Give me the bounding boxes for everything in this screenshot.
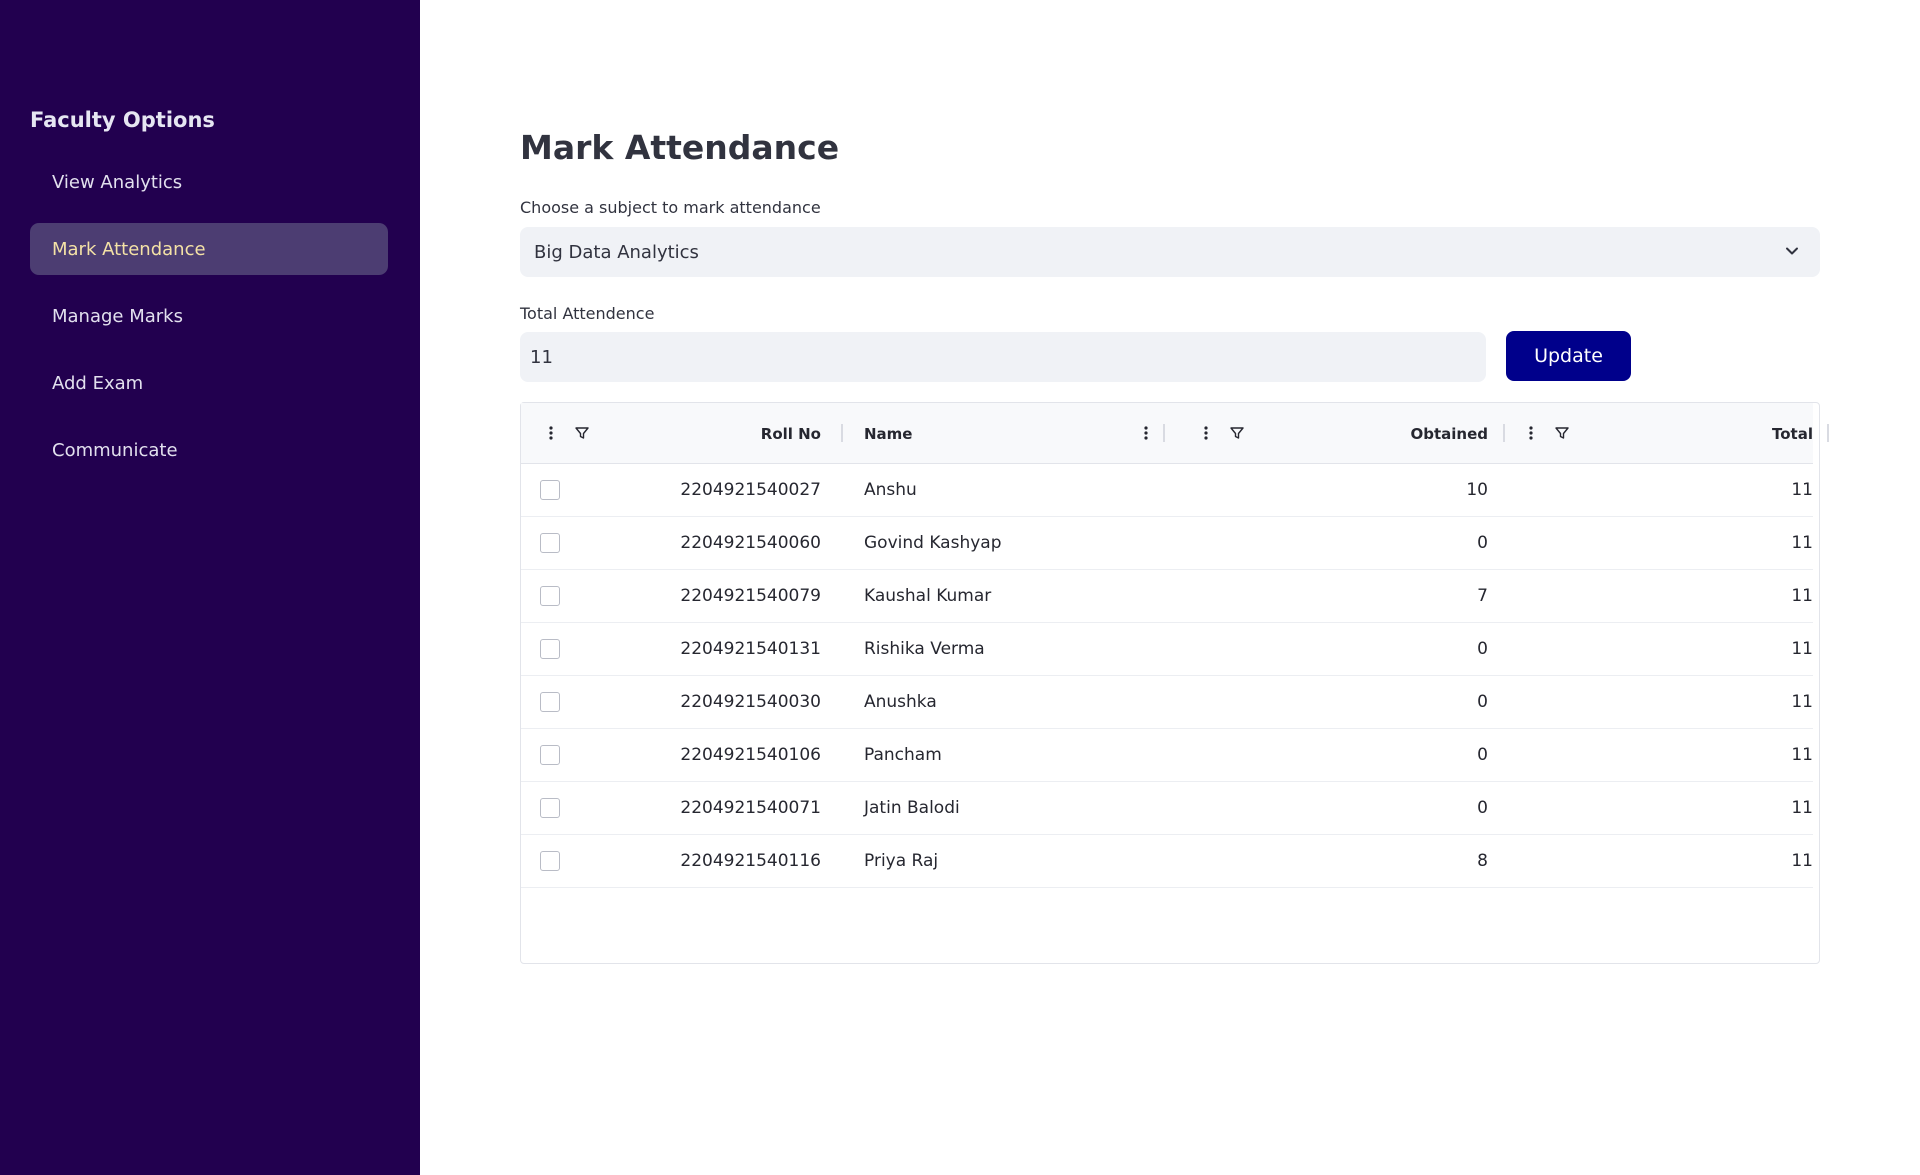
name-cell: Anshu: [864, 480, 917, 500]
name-cell: Jatin Balodi: [864, 798, 960, 818]
column-resize-handle[interactable]: [1827, 424, 1829, 442]
table-row[interactable]: 2204921540060 Govind Kashyap 0 11: [521, 517, 1813, 570]
sidebar-title: Faculty Options: [30, 108, 215, 132]
row-checkbox[interactable]: [540, 692, 560, 712]
table-row[interactable]: 2204921540131 Rishika Verma 0 11: [521, 623, 1813, 676]
sidebar-item-mark-attendance[interactable]: Mark Attendance: [30, 223, 388, 275]
filter-icon[interactable]: [1229, 425, 1245, 441]
obtained-cell: 8: [1477, 851, 1488, 871]
row-checkbox[interactable]: [540, 745, 560, 765]
total-cell: 11: [1791, 851, 1813, 871]
subject-select[interactable]: Big Data Analytics: [520, 227, 1820, 277]
column-resize-handle[interactable]: [1503, 424, 1505, 442]
roll-no-cell: 2204921540060: [680, 533, 821, 553]
sidebar-item-view-analytics[interactable]: View Analytics: [30, 156, 388, 208]
column-menu-icon[interactable]: [543, 425, 559, 441]
table-row[interactable]: 2204921540027 Anshu 10 11: [521, 464, 1813, 517]
roll-no-cell: 2204921540106: [680, 745, 821, 765]
row-checkbox[interactable]: [540, 480, 560, 500]
roll-no-cell: 2204921540030: [680, 692, 821, 712]
attendance-table: Roll No Name Obtained Total 220492154002…: [520, 402, 1829, 964]
update-button[interactable]: Update: [1506, 331, 1631, 381]
column-menu-icon[interactable]: [1138, 425, 1154, 441]
name-cell: Kaushal Kumar: [864, 586, 992, 606]
table-row[interactable]: 2204921540079 Kaushal Kumar 7 11: [521, 570, 1813, 623]
name-cell: Pancham: [864, 745, 942, 765]
name-cell: Anushka: [864, 692, 937, 712]
row-checkbox[interactable]: [540, 533, 560, 553]
obtained-cell: 0: [1477, 745, 1488, 765]
obtained-cell: 0: [1477, 533, 1488, 553]
total-cell: 11: [1791, 692, 1813, 712]
total-attendance-value: 11: [530, 346, 553, 368]
total-attendance-label: Total Attendence: [520, 304, 655, 323]
total-cell: 11: [1791, 533, 1813, 553]
filter-icon[interactable]: [1554, 425, 1570, 441]
roll-no-cell: 2204921540027: [680, 480, 821, 500]
total-cell: 11: [1791, 586, 1813, 606]
name-cell: Govind Kashyap: [864, 533, 1002, 553]
obtained-cell: 10: [1466, 480, 1488, 500]
sidebar: Faculty Options View Analytics Mark Atte…: [0, 0, 420, 1175]
obtained-cell: 7: [1477, 586, 1488, 606]
sidebar-nav: View Analytics Mark Attendance Manage Ma…: [30, 156, 388, 491]
total-cell: 11: [1791, 480, 1813, 500]
subject-select-value: Big Data Analytics: [534, 241, 699, 263]
name-cell: Rishika Verma: [864, 639, 985, 659]
table-row[interactable]: 2204921540106 Pancham 0 11: [521, 729, 1813, 782]
filter-icon[interactable]: [574, 425, 590, 441]
header-total[interactable]: Total: [1601, 403, 1813, 464]
chevron-down-icon: [1784, 243, 1800, 264]
column-menu-icon[interactable]: [1198, 425, 1214, 441]
table-row[interactable]: 2204921540071 Jatin Balodi 0 11: [521, 782, 1813, 835]
header-obtained[interactable]: Obtained: [1271, 403, 1488, 464]
table-row[interactable]: 2204921540030 Anushka 0 11: [521, 676, 1813, 729]
roll-no-cell: 2204921540131: [680, 639, 821, 659]
sidebar-item-add-exam[interactable]: Add Exam: [30, 357, 388, 409]
row-checkbox[interactable]: [540, 639, 560, 659]
row-checkbox[interactable]: [540, 798, 560, 818]
row-checkbox[interactable]: [540, 586, 560, 606]
sidebar-item-manage-marks[interactable]: Manage Marks: [30, 290, 388, 342]
roll-no-cell: 2204921540079: [680, 586, 821, 606]
roll-no-cell: 2204921540116: [680, 851, 821, 871]
name-cell: Priya Raj: [864, 851, 939, 871]
table-row[interactable]: 2204921540116 Priya Raj 8 11: [521, 835, 1813, 888]
row-checkbox[interactable]: [540, 851, 560, 871]
page-title: Mark Attendance: [520, 128, 840, 167]
header-name[interactable]: Name: [864, 403, 1064, 464]
obtained-cell: 0: [1477, 692, 1488, 712]
total-cell: 11: [1791, 798, 1813, 818]
table-header: Roll No Name Obtained Total: [521, 403, 1829, 464]
total-cell: 11: [1791, 639, 1813, 659]
column-resize-handle[interactable]: [1163, 424, 1165, 442]
obtained-cell: 0: [1477, 639, 1488, 659]
roll-no-cell: 2204921540071: [680, 798, 821, 818]
total-cell: 11: [1791, 745, 1813, 765]
header-roll-no[interactable]: Roll No: [611, 403, 821, 464]
subject-select-label: Choose a subject to mark attendance: [520, 198, 821, 217]
column-resize-handle[interactable]: [841, 424, 843, 442]
column-menu-icon[interactable]: [1523, 425, 1539, 441]
total-attendance-input[interactable]: 11: [520, 332, 1486, 382]
sidebar-item-communicate[interactable]: Communicate: [30, 424, 388, 476]
obtained-cell: 0: [1477, 798, 1488, 818]
